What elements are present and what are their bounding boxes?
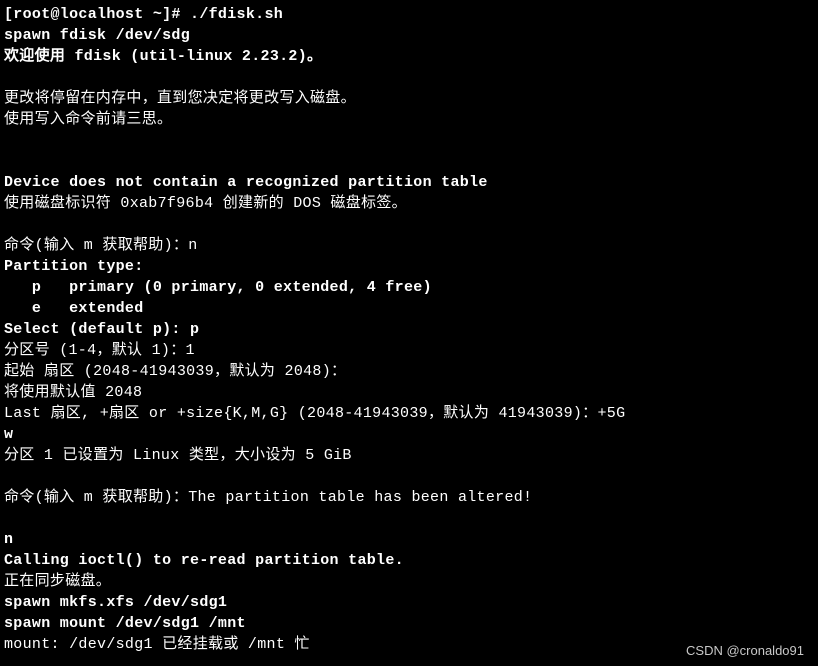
terminal-line: Select (default p): p [4,319,814,340]
terminal-line: n [4,529,814,550]
terminal-line: Calling ioctl() to re-read partition tab… [4,550,814,571]
terminal-line: spawn mkfs.xfs /dev/sdg1 [4,592,814,613]
terminal-line: 命令(输入 m 获取帮助)：The partition table has be… [4,487,814,508]
terminal-line: 欢迎使用 fdisk (util-linux 2.23.2)。 [4,46,814,67]
terminal-line [4,130,814,151]
terminal-line: 使用写入命令前请三思。 [4,109,814,130]
terminal-line: spawn fdisk /dev/sdg [4,25,814,46]
terminal-line: 分区号 (1-4，默认 1)：1 [4,340,814,361]
terminal-line: e extended [4,298,814,319]
terminal-line: 起始 扇区 (2048-41943039，默认为 2048)： [4,361,814,382]
terminal-line [4,151,814,172]
terminal-line: 正在同步磁盘。 [4,571,814,592]
terminal-line: 将使用默认值 2048 [4,382,814,403]
terminal-line: [root@localhost ~]# ./fdisk.sh [4,4,814,25]
terminal-line: 使用磁盘标识符 0xab7f96b4 创建新的 DOS 磁盘标签。 [4,193,814,214]
terminal-line [4,67,814,88]
terminal-line: w [4,424,814,445]
terminal-line: Device does not contain a recognized par… [4,172,814,193]
terminal-line: 命令(输入 m 获取帮助)：n [4,235,814,256]
terminal-line [4,214,814,235]
terminal-line [4,466,814,487]
terminal-output[interactable]: [root@localhost ~]# ./fdisk.shspawn fdis… [4,4,814,655]
terminal-line: Last 扇区, +扇区 or +size{K,M,G} (2048-41943… [4,403,814,424]
terminal-line: spawn mount /dev/sdg1 /mnt [4,613,814,634]
terminal-line: 分区 1 已设置为 Linux 类型，大小设为 5 GiB [4,445,814,466]
watermark-text: CSDN @cronaldo91 [686,642,804,660]
terminal-line: Partition type: [4,256,814,277]
terminal-line: p primary (0 primary, 0 extended, 4 free… [4,277,814,298]
terminal-line: 更改将停留在内存中，直到您决定将更改写入磁盘。 [4,88,814,109]
terminal-line [4,508,814,529]
